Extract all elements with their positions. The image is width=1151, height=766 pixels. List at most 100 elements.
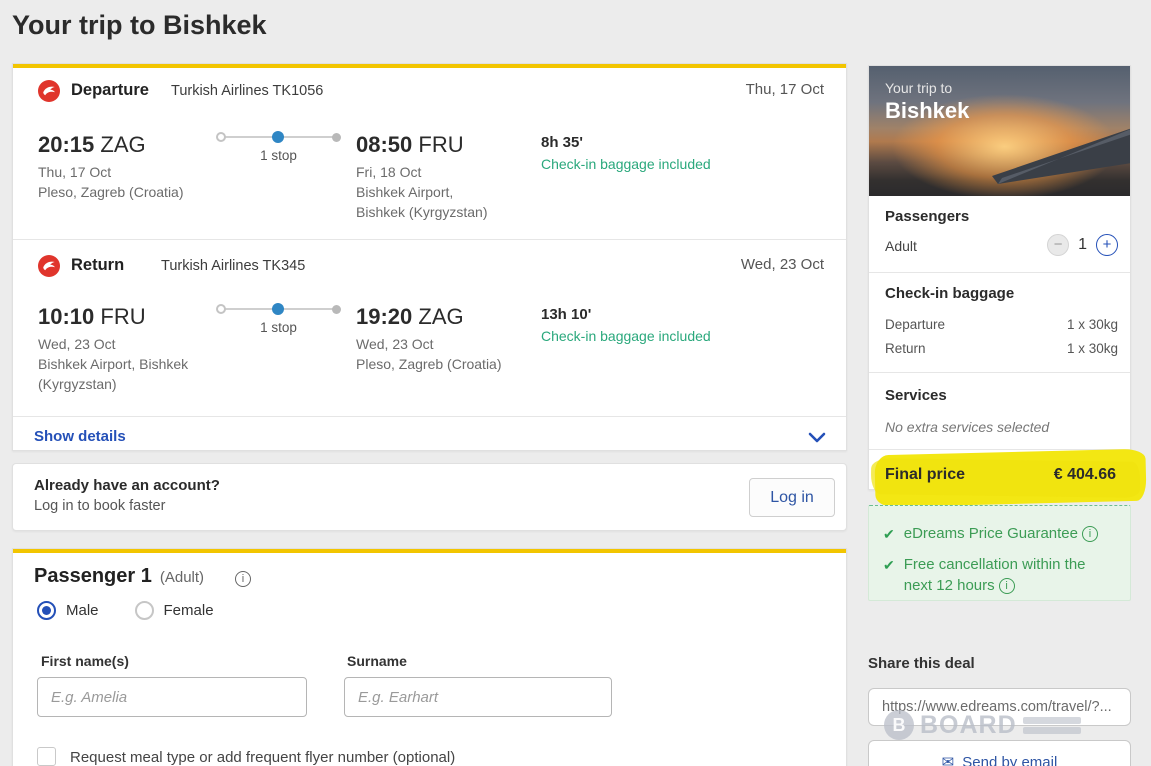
return-flight-number: Turkish Airlines TK345	[161, 258, 306, 274]
departure-duration: 8h 35'	[541, 134, 583, 151]
price-guarantee-row: ✔ eDreams Price Guarantee i	[883, 523, 1120, 545]
timeline-destination-dot	[332, 133, 341, 142]
info-icon[interactable]: i	[998, 578, 1015, 595]
surname-input[interactable]	[344, 677, 612, 717]
passengers-section-title: Passengers	[885, 208, 970, 225]
baggage-return-value: 1 x 30kg	[1066, 341, 1118, 356]
airplane-wing-graphic	[992, 128, 1130, 184]
return-destination-date: Wed, 23 Oct	[356, 336, 434, 352]
share-deal-title: Share this deal	[868, 655, 975, 672]
surname-label: Surname	[347, 653, 407, 669]
check-icon: ✔	[883, 526, 895, 542]
login-card: Already have an account? Log in to book …	[12, 463, 847, 531]
return-duration: 13h 10'	[541, 306, 592, 323]
final-price-value: € 404.66	[1053, 466, 1116, 483]
baggage-departure-value: 1 x 30kg	[1066, 317, 1118, 332]
send-by-email-button[interactable]: ✉ Send by email	[868, 740, 1131, 766]
itinerary-card: Departure Turkish Airlines TK1056 Thu, 1…	[12, 63, 847, 451]
female-radio[interactable]	[134, 601, 154, 620]
check-icon: ✔	[883, 557, 895, 573]
meal-checkbox-row: Request meal type or add frequent flyer …	[37, 747, 455, 766]
male-radio-label[interactable]: Male	[66, 602, 99, 619]
timeline-destination-dot	[332, 305, 341, 314]
return-stops-label: 1 stop	[260, 320, 297, 335]
passenger-title-text: Passenger 1	[34, 565, 152, 587]
departure-flight-number: Turkish Airlines TK1056	[171, 83, 324, 99]
card-accent-bar	[13, 64, 846, 68]
return-header-date: Wed, 23 Oct	[740, 256, 824, 273]
hero-line1: Your trip to	[885, 80, 953, 96]
passenger-type: (Adult)	[159, 569, 205, 586]
departure-label: Departure	[71, 81, 149, 99]
adult-row-label: Adult	[885, 238, 917, 254]
departure-origin-place: Pleso, Zagreb (Croatia)	[38, 184, 184, 200]
page-title: Your trip to Bishkek	[12, 10, 267, 40]
departure-destination-time: 08:50 FRU	[356, 132, 464, 158]
price-guarantee-text: eDreams Price Guarantee i	[904, 523, 1098, 545]
free-cancellation-label: Free cancellation within the next 12 hou…	[903, 556, 1086, 594]
meal-checkbox[interactable]	[37, 747, 56, 766]
hero-line2: Bishkek	[885, 98, 970, 123]
send-by-email-label: Send by email	[962, 753, 1058, 766]
show-details-link[interactable]: Show details	[34, 428, 126, 445]
services-empty-text: No extra services selected	[885, 419, 1050, 435]
price-guarantee-label: eDreams Price Guarantee	[903, 525, 1078, 542]
gender-radio-group: Male Female	[37, 601, 240, 620]
return-origin-time-value: 10:10	[38, 304, 95, 329]
trip-hero-image: Your trip to Bishkek	[869, 66, 1130, 196]
services-section-title: Services	[885, 387, 947, 404]
plus-button[interactable]: +	[1096, 234, 1118, 256]
return-stops-timeline: 1 stop	[216, 298, 341, 343]
departure-destination-code: FRU	[418, 132, 464, 157]
meal-checkbox-label[interactable]: Request meal type or add frequent flyer …	[70, 747, 455, 766]
minus-button[interactable]: −	[1047, 234, 1070, 256]
first-name-label: First name(s)	[41, 653, 129, 669]
email-icon: ✉	[941, 754, 955, 766]
departure-header-date: Thu, 17 Oct	[745, 81, 824, 98]
female-radio-label[interactable]: Female	[164, 602, 214, 619]
trip-summary-card: Your trip to Bishkek Passengers Adult − …	[868, 65, 1147, 508]
final-price-row: Final price € 404.66	[869, 448, 1147, 508]
departure-origin-code: ZAG	[100, 132, 146, 157]
free-cancellation-text: Free cancellation within the next 12 hou…	[904, 554, 1114, 596]
return-origin-place: Bishkek Airport, Bishkek (Kyrgyzstan)	[38, 356, 189, 392]
turkish-airlines-logo-icon	[38, 255, 60, 277]
departure-stops-label: 1 stop	[260, 148, 297, 163]
chevron-down-icon[interactable]	[808, 432, 826, 444]
departure-destination-date: Fri, 18 Oct	[356, 164, 422, 180]
timeline-origin-dot	[216, 304, 226, 314]
departure-stops-timeline: 1 stop	[216, 126, 341, 171]
departure-origin-time: 20:15 ZAG	[38, 132, 146, 158]
login-subtitle: Log in to book faster	[34, 498, 166, 514]
return-baggage-note: Check-in baggage included	[541, 328, 711, 344]
baggage-section-title: Check-in baggage	[885, 285, 1015, 302]
segment-divider	[13, 416, 846, 417]
departure-destination-place: Bishkek Airport, Bishkek (Kyrgyzstan)	[356, 184, 488, 220]
departure-origin-time-value: 20:15	[38, 132, 95, 157]
card-accent-bar	[13, 549, 846, 553]
info-icon[interactable]: i	[1081, 526, 1098, 543]
return-destination-time: 19:20 ZAG	[356, 304, 464, 330]
login-question: Already have an account?	[34, 477, 220, 494]
return-origin-code: FRU	[100, 304, 146, 329]
baggage-departure-label: Departure	[885, 317, 946, 332]
departure-destination-time-value: 08:50	[356, 132, 413, 157]
male-radio[interactable]	[37, 601, 56, 620]
free-cancellation-row: ✔ Free cancellation within the next 12 h…	[883, 554, 1120, 596]
share-url-input[interactable]	[868, 688, 1131, 726]
turkish-airlines-logo-icon	[38, 80, 60, 102]
timeline-origin-dot	[216, 132, 226, 142]
guarantees-panel: ✔ eDreams Price Guarantee i ✔ Free cancel…	[868, 505, 1131, 601]
baggage-return-label: Return	[885, 341, 926, 356]
adult-count: 1	[1078, 236, 1087, 253]
passenger-title: Passenger 1 (Adult)	[34, 565, 204, 588]
return-destination-place: Pleso, Zagreb (Croatia)	[356, 356, 502, 372]
first-name-input[interactable]	[37, 677, 307, 717]
return-destination-time-value: 19:20	[356, 304, 413, 329]
login-button[interactable]: Log in	[749, 478, 835, 517]
segment-divider	[13, 239, 846, 240]
passenger-info-icon[interactable]: i	[235, 571, 251, 587]
sidebar-divider	[869, 372, 1130, 373]
final-price-label: Final price	[885, 466, 966, 483]
adult-count-stepper: − 1 +	[1047, 234, 1118, 256]
